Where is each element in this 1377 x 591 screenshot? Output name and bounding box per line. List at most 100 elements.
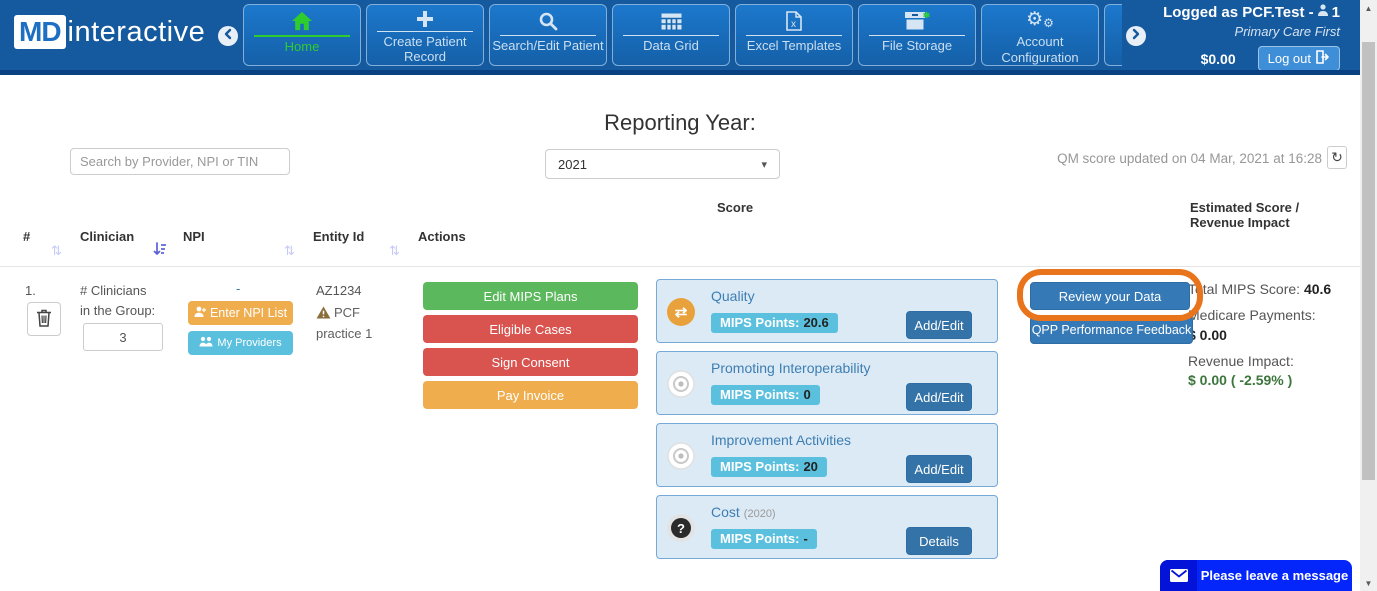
category-title[interactable]: Promoting Interoperability [711,360,875,376]
chevron-down-icon: ▾ [761,158,767,171]
pi-add-edit-button[interactable]: Add/Edit [906,383,972,411]
exchange-icon: ⇄ [667,298,695,326]
my-providers-button[interactable]: My Providers [188,331,293,355]
warning-icon [316,306,331,325]
bullseye-icon [667,442,695,470]
category-name: Promoting Interoperability [711,360,871,376]
users-icon [199,336,213,350]
gears-icon: ⚙⚙ [1026,10,1054,29]
sort-icon[interactable]: ⇅ [284,243,295,259]
category-title[interactable]: Quality [711,288,759,304]
page-title: Reporting Year: [0,110,1360,136]
user-icon [1317,4,1329,21]
year-select-value: 2021 [558,157,587,172]
category-title[interactable]: Improvement Activities [711,432,855,448]
logo[interactable]: MD interactive [14,15,205,49]
sort-amount-icon[interactable] [153,242,167,259]
delete-row-button[interactable] [27,302,61,336]
user-count: 1 [1332,4,1340,21]
pay-invoice-button[interactable]: Pay Invoice [423,381,638,409]
org-name: Primary Care First [1140,24,1340,39]
vertical-scrollbar[interactable]: ▲ ▼ [1360,0,1377,591]
points-value: 20 [803,459,817,474]
entity-id: AZ1234 [316,283,362,298]
logged-as-text: Logged as PCF.Test - [1163,4,1314,21]
svg-text:x: x [791,19,796,30]
question-icon: ? [667,514,695,542]
qpp-performance-feedback-button[interactable]: QPP Performance Feedback [1030,316,1193,344]
cost-details-button[interactable]: Details [906,527,972,555]
points-label: MIPS Points: [720,387,799,402]
home-icon [291,10,313,32]
enter-npi-list-button[interactable]: Enter NPI List [188,301,293,325]
chevron-left-icon [223,27,233,45]
archive-box-icon [904,10,930,32]
row-number: 1. [25,283,36,298]
nav-item-search-edit-patient[interactable]: Search/Edit Patient [489,4,607,66]
nav-items: Home Create Patient Record Search/Edit P… [243,4,1104,66]
account-balance: $0.00 [1201,51,1236,67]
search-input[interactable] [70,148,290,175]
qm-score-updated-text: QM score updated on 04 Mar, 2021 at 16:2… [1000,151,1322,166]
scroll-down-arrow[interactable]: ▼ [1360,575,1377,591]
score-card-improvement-activities: Improvement Activities MIPS Points: 20 Ad… [656,423,998,487]
quality-add-edit-button[interactable]: Add/Edit [906,311,972,339]
points-label: MIPS Points: [720,531,799,546]
sort-icon[interactable]: ⇅ [389,243,400,259]
nav-item-account-configuration[interactable]: ⚙⚙ Account Configuration [981,4,1099,66]
header-estimated-line2: Revenue Impact [1190,215,1299,230]
category-name: Cost [711,504,740,520]
medicare-payments: Medicare Payments: $ 0.00 [1188,306,1340,345]
entity-warning: PCF practice 1 [316,304,402,344]
nav-underline [623,35,719,36]
nav-item-file-storage[interactable]: File Storage [858,4,976,66]
nav-item-excel-templates[interactable]: x Excel Templates [735,4,853,66]
npi-value: - [236,281,240,296]
excel-file-icon: x [786,10,802,32]
revenue-label: Revenue Impact: [1188,352,1340,371]
review-your-data-button[interactable]: Review your Data [1030,282,1190,310]
nav-item-create-patient-record[interactable]: Create Patient Record [366,4,484,66]
header-estimated-line1: Estimated Score / [1190,200,1299,215]
clinicians-label-line1: # Clinicians [80,283,146,298]
clinicians-label-line2: in the Group: [80,303,155,318]
chat-label: Please leave a message [1197,560,1352,591]
nav-item-label: Account Configuration [982,34,1098,65]
navbar-bottom-strip [0,70,1360,75]
refresh-icon: ↻ [1331,149,1343,166]
points-label: MIPS Points: [720,459,799,474]
trash-icon [36,309,52,330]
nav-scroll-left-button[interactable] [218,26,238,46]
mips-points-badge: MIPS Points: 20 [711,457,827,477]
nav-item-partial[interactable] [1104,4,1122,66]
header-num: # [23,229,30,244]
refresh-button[interactable]: ↻ [1327,146,1347,169]
scrollbar-thumb[interactable] [1362,42,1375,480]
top-navbar: MD interactive Home Create Patient Re [0,0,1360,70]
table-divider [0,266,1360,267]
grid-icon [661,10,682,32]
nav-item-home[interactable]: Home [243,4,361,66]
app-window: MD interactive Home Create Patient Re [0,0,1377,591]
sort-icon[interactable]: ⇅ [51,243,62,259]
logout-button[interactable]: Log out [1258,46,1340,71]
header-score: Score [717,200,753,215]
edit-mips-plans-button[interactable]: Edit MIPS Plans [423,282,638,310]
enter-npi-label: Enter NPI List [210,306,287,320]
category-suffix: (2020) [744,508,776,520]
revenue-value: $ 0.00 ( -2.59% ) [1188,372,1292,388]
sign-consent-button[interactable]: Sign Consent [423,348,638,376]
nav-underline [500,35,596,36]
header-actions: Actions [418,229,466,244]
ia-add-edit-button[interactable]: Add/Edit [906,455,972,483]
category-title[interactable]: Cost (2020) [711,504,776,520]
chat-widget[interactable]: Please leave a message [1160,560,1352,591]
mips-points-badge: MIPS Points:20.6 [711,313,838,333]
user-info: Logged as PCF.Test - 1 Primary Care Firs… [1140,4,1340,71]
scroll-up-arrow[interactable]: ▲ [1360,0,1377,16]
year-select[interactable]: 2021 ▾ [545,149,780,179]
clinician-count-input[interactable] [83,323,163,351]
nav-item-data-grid[interactable]: Data Grid [612,4,730,66]
eligible-cases-button[interactable]: Eligible Cases [423,315,638,343]
medicare-value: $ 0.00 [1188,327,1227,343]
